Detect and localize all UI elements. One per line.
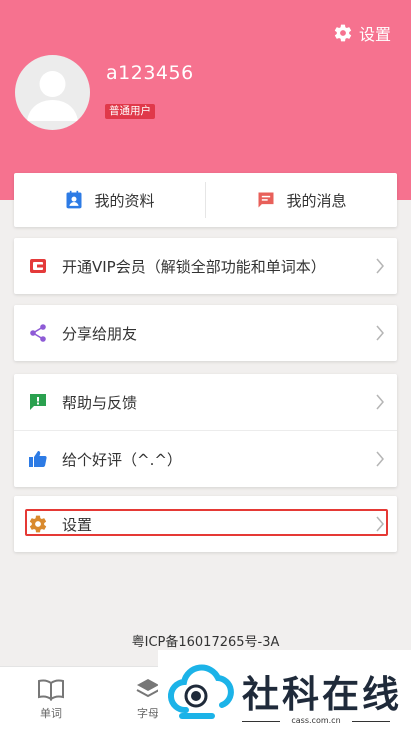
menu-item-label: 给个好评（^.^）: [62, 450, 182, 469]
username: a123456: [106, 62, 194, 84]
watermark: 社科在线 cass.com.cn: [158, 650, 411, 731]
nav-tab-words[interactable]: 单词: [21, 677, 81, 721]
cloud-logo-icon: [166, 660, 236, 722]
nav-label: 字母: [137, 707, 159, 720]
profile-header: 设置 a123456 普通用户: [0, 0, 411, 200]
settings-card: 设置: [14, 496, 397, 552]
menu-item-vip[interactable]: 开通VIP会员（解锁全部功能和单词本）: [14, 238, 397, 294]
my-messages-label: 我的消息: [286, 191, 347, 210]
chevron-right-icon: [375, 394, 385, 410]
vip-card: 开通VIP会员（解锁全部功能和单词本）: [14, 238, 397, 294]
menu-item-rate[interactable]: 给个好评（^.^）: [14, 431, 397, 487]
menu-item-share[interactable]: 分享给朋友: [14, 305, 397, 361]
menu-item-label: 分享给朋友: [62, 324, 138, 343]
message-icon: [258, 192, 274, 208]
share-icon: [28, 323, 48, 343]
menu-item-settings[interactable]: 设置: [14, 496, 397, 552]
watermark-url: cass.com.cn: [242, 716, 390, 725]
contact-card-icon: [66, 190, 82, 209]
gear-icon: [28, 514, 48, 534]
menu-item-feedback[interactable]: 帮助与反馈: [14, 374, 397, 430]
my-messages-button[interactable]: 我的消息: [206, 173, 397, 227]
nav-label: 单词: [40, 707, 62, 720]
thumbs-up-icon: [28, 449, 48, 469]
vip-card-icon: [28, 256, 48, 276]
share-card: 分享给朋友: [14, 305, 397, 361]
icp-license-text: 粤ICP备16017265号-3A: [131, 635, 280, 650]
menu-item-label: 帮助与反馈: [62, 393, 138, 412]
menu-item-label: 设置: [62, 515, 93, 534]
book-icon: [38, 679, 64, 701]
user-avatar-icon: [27, 71, 78, 121]
user-level-badge: 普通用户: [105, 104, 155, 119]
chevron-right-icon: [375, 451, 385, 467]
profile-card: 我的资料 我的消息: [14, 173, 397, 227]
menu-item-label: 开通VIP会员（解锁全部功能和单词本）: [62, 257, 326, 276]
gear-icon: [334, 24, 352, 42]
chevron-right-icon: [375, 258, 385, 274]
chevron-right-icon: [375, 325, 385, 341]
avatar[interactable]: [15, 55, 90, 130]
help-card: 帮助与反馈 给个好评（^.^）: [14, 374, 397, 487]
my-profile-button[interactable]: 我的资料: [14, 173, 205, 227]
chevron-right-icon: [375, 516, 385, 532]
watermark-title: 社科在线: [242, 673, 402, 716]
header-settings-button[interactable]: 设置: [333, 21, 391, 45]
my-profile-label: 我的资料: [94, 191, 155, 210]
header-settings-label: 设置: [358, 25, 391, 44]
feedback-icon: [28, 392, 48, 412]
